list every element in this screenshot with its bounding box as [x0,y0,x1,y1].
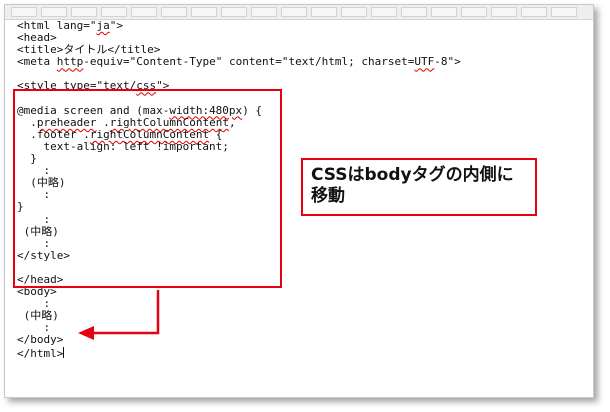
style-block-highlight [13,89,282,288]
code-token: : [17,321,51,335]
callout-box: CSSはbodyタグの内側に 移動 [301,158,537,216]
toolbar-button[interactable] [431,7,457,17]
toolbar-button[interactable] [461,7,487,17]
text-cursor [63,346,65,358]
code-line: <meta http-equiv="Content-Type" content=… [17,56,461,68]
code-line: : [17,322,461,334]
toolbar-button[interactable] [221,7,247,17]
toolbar-button[interactable] [341,7,367,17]
toolbar-button[interactable] [371,7,397,17]
code-token: <html lang=" [17,19,97,32]
code-token: </html> [17,346,64,360]
toolbar-button[interactable] [311,7,337,17]
toolbar-button[interactable] [71,7,97,17]
toolbar-button[interactable] [491,7,517,17]
code-token: <meta [17,55,57,69]
code-line: </body> [17,334,461,346]
toolbar-button[interactable] [521,7,547,17]
toolbar-button[interactable] [251,7,277,17]
code-line: </html> [17,346,461,360]
toolbar-button[interactable] [191,7,217,17]
toolbar-button[interactable] [41,7,67,17]
code-token: "> [109,19,123,32]
code-token: <head> [17,31,57,45]
code-token: </body> [17,333,64,347]
code-token: -8"> [434,55,461,69]
toolbar-button[interactable] [281,7,307,17]
toolbar-button[interactable] [131,7,157,17]
editor-toolbar [5,5,593,20]
spellcheck-flagged-token: ja [96,19,110,32]
toolbar-button[interactable] [551,7,577,17]
screenshot-frame: <html lang="ja"> <head> <title>タイトル</title… [0,0,610,412]
callout-text-line-2: 移動 [311,186,345,206]
spellcheck-flagged-token: UTF [414,55,435,69]
code-token: -equiv="Content-Type" content="text/html… [83,55,415,69]
code-line: : [17,298,461,310]
spellcheck-flagged-token: http [56,55,84,69]
code-line: (中略) [17,310,461,322]
callout-text-line-1: CSSはbodyタグの内側に [311,165,514,185]
code-token: (中略) [17,309,59,323]
code-token: <title>タイトル</title> [17,43,161,57]
toolbar-button[interactable] [101,7,127,17]
code-line: <html lang="ja"> [17,19,461,32]
toolbar-button[interactable] [401,7,427,17]
toolbar-button[interactable] [11,7,37,17]
toolbar-button[interactable] [161,7,187,17]
